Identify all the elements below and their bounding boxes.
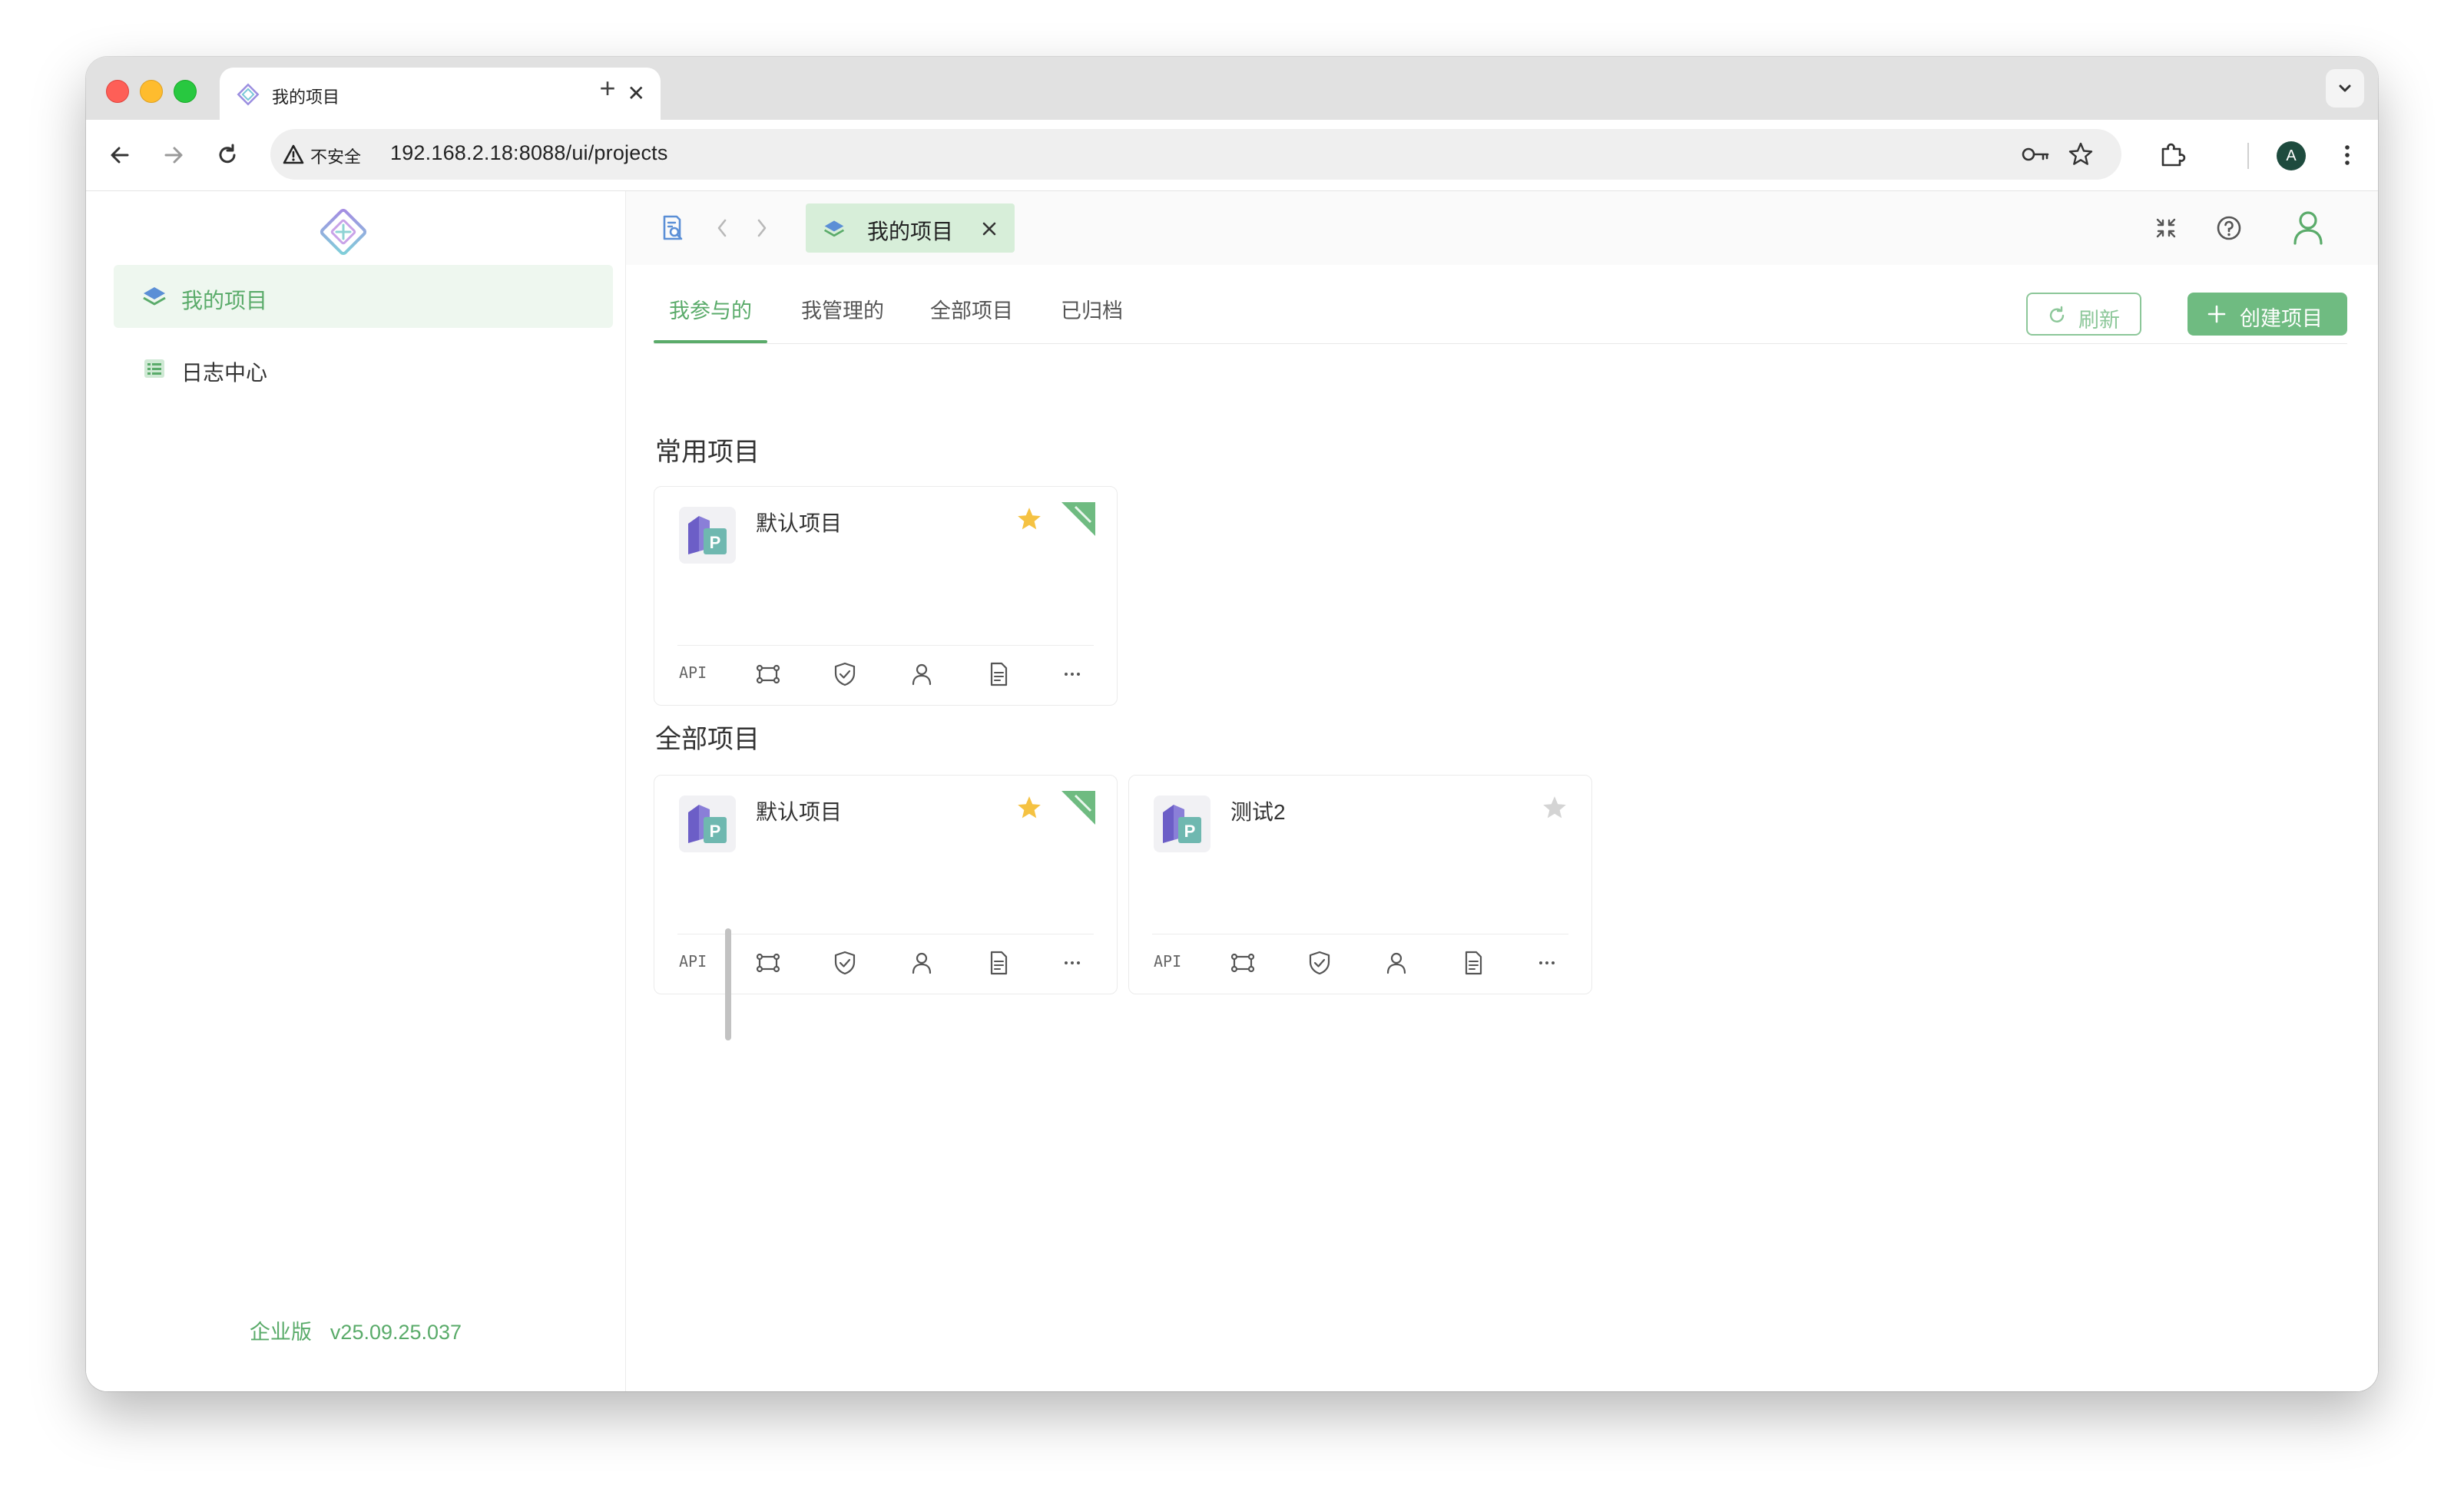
- log-list-icon: [144, 359, 164, 378]
- shield-check-icon[interactable]: [830, 659, 860, 690]
- search-document-icon[interactable]: [657, 213, 687, 243]
- version-label: v25.09.25.037: [330, 1321, 462, 1344]
- refresh-label: 刷新: [2078, 309, 2120, 332]
- forward-arrow-icon[interactable]: [158, 140, 189, 170]
- shield-check-icon[interactable]: [830, 948, 860, 978]
- browser-window: 我的项目 ✕ + 不安全 192.168.2.18:8088/ui/projec…: [86, 57, 2378, 1391]
- layers-icon: [143, 287, 166, 306]
- project-card[interactable]: P 默认项目 API: [654, 775, 1118, 994]
- address-bar[interactable]: 不安全 192.168.2.18:8088/ui/projects: [270, 129, 2121, 180]
- project-logo-icon: P: [1154, 796, 1210, 852]
- tab-archived[interactable]: 已归档: [1061, 294, 1123, 342]
- project-logo-icon: P: [679, 507, 736, 564]
- refresh-icon: [2049, 306, 2065, 322]
- bookmark-star-icon[interactable]: [2068, 141, 2094, 167]
- document-icon[interactable]: [983, 659, 1014, 690]
- frequent-projects-title: 常用项目: [655, 438, 760, 467]
- api-button[interactable]: API: [679, 663, 707, 682]
- member-icon[interactable]: [906, 659, 937, 690]
- page-tab-my-projects[interactable]: 我的项目: [806, 203, 1015, 253]
- chevron-left-icon[interactable]: [710, 213, 734, 243]
- shield-check-icon[interactable]: [1304, 948, 1335, 978]
- app-topbar: 我的项目: [626, 191, 2378, 265]
- project-name: 默认项目: [756, 511, 843, 535]
- refresh-button[interactable]: 刷新: [2026, 293, 2141, 336]
- toolbar-divider: [2247, 143, 2249, 169]
- user-icon[interactable]: [2289, 208, 2327, 248]
- help-icon[interactable]: [2214, 213, 2244, 243]
- star-filled-icon[interactable]: [1015, 794, 1043, 822]
- all-projects-title: 全部项目: [655, 725, 760, 754]
- chevron-down-icon: [2339, 84, 2351, 92]
- document-icon[interactable]: [983, 948, 1014, 978]
- project-card[interactable]: P 默认项目 API: [654, 486, 1118, 706]
- layers-icon: [823, 220, 845, 237]
- sidebar-item-label: 我的项目: [181, 289, 268, 313]
- project-card[interactable]: P 测试2 API: [1128, 775, 1592, 994]
- api-button[interactable]: API: [1154, 952, 1181, 971]
- close-icon[interactable]: [979, 219, 999, 239]
- profile-avatar[interactable]: A: [2277, 141, 2306, 170]
- sidebar-item-my-projects[interactable]: 我的项目: [114, 265, 613, 328]
- star-filled-icon[interactable]: [1015, 505, 1043, 533]
- api-button[interactable]: API: [679, 952, 707, 971]
- svg-text:P: P: [1184, 822, 1196, 841]
- app-logo-icon[interactable]: [316, 205, 370, 259]
- create-project-button[interactable]: 创建项目: [2187, 293, 2347, 336]
- warning-icon: [283, 144, 304, 164]
- tab-managed[interactable]: 我管理的: [801, 294, 884, 342]
- browser-tab-close-icon[interactable]: ✕: [628, 81, 645, 106]
- reload-icon[interactable]: [212, 140, 243, 170]
- chevron-right-icon[interactable]: [750, 213, 773, 243]
- sidebar: 我的项目 日志中心 企业版 v25.09.25.037: [86, 191, 626, 1391]
- new-tab-button[interactable]: +: [587, 68, 628, 109]
- default-badge-icon: [1061, 502, 1095, 536]
- app-root: 我的项目 日志中心 企业版 v25.09.25.037 我的项目 我参与的 我管…: [86, 191, 2378, 1391]
- default-badge-icon: [1061, 791, 1095, 825]
- tab-search-button[interactable]: [2326, 69, 2364, 108]
- tab-all-projects[interactable]: 全部项目: [930, 294, 1013, 342]
- more-icon[interactable]: [1532, 948, 1562, 978]
- project-name: 测试2: [1230, 800, 1286, 824]
- page-tab-label: 我的项目: [867, 220, 954, 243]
- member-icon[interactable]: [1381, 948, 1412, 978]
- svg-text:P: P: [710, 822, 721, 841]
- project-filter-tabs: 我参与的 我管理的 全部项目 已归档 刷新 创建项目: [654, 288, 2347, 344]
- scenario-frame-icon[interactable]: [753, 659, 783, 690]
- zoom-window-button[interactable]: [174, 80, 197, 103]
- sidebar-item-log-center[interactable]: 日志中心: [114, 337, 613, 400]
- security-label[interactable]: 不安全: [310, 144, 361, 168]
- tab-strip: 我的项目 ✕ +: [86, 57, 2378, 121]
- url-text[interactable]: 192.168.2.18:8088/ui/projects: [390, 141, 668, 165]
- browser-tab-title: 我的项目: [272, 88, 340, 107]
- document-icon[interactable]: [1458, 948, 1489, 978]
- sidebar-item-label: 日志中心: [181, 361, 268, 385]
- version-info: 企业版 v25.09.25.037: [86, 1315, 625, 1345]
- scenario-frame-icon[interactable]: [753, 948, 783, 978]
- scenario-frame-icon[interactable]: [1227, 948, 1258, 978]
- star-outline-icon[interactable]: [1541, 794, 1568, 822]
- fullscreen-icon[interactable]: [2151, 213, 2181, 243]
- extensions-icon[interactable]: [2157, 140, 2187, 170]
- plus-icon: [2207, 305, 2226, 323]
- create-project-label: 创建项目: [2240, 307, 2323, 330]
- kebab-menu-icon[interactable]: [2332, 140, 2363, 170]
- card-divider: [677, 645, 1094, 646]
- password-key-icon[interactable]: [2020, 143, 2051, 166]
- app-favicon-icon: [237, 83, 260, 106]
- more-icon[interactable]: [1057, 659, 1088, 690]
- main-content: 我的项目 我参与的 我管理的 全部项目 已归档 刷新 创建项目 常用项目 P 默…: [626, 191, 2378, 1391]
- close-window-button[interactable]: [106, 80, 129, 103]
- minimize-window-button[interactable]: [140, 80, 163, 103]
- svg-text:P: P: [710, 533, 721, 552]
- edition-label: 企业版: [249, 1321, 312, 1344]
- browser-toolbar: 不安全 192.168.2.18:8088/ui/projects A: [86, 120, 2378, 191]
- back-arrow-icon[interactable]: [104, 140, 135, 170]
- project-name: 默认项目: [756, 800, 843, 824]
- scrollbar-thumb[interactable]: [725, 928, 731, 1040]
- member-icon[interactable]: [906, 948, 937, 978]
- project-logo-icon: P: [679, 796, 736, 852]
- tab-participating[interactable]: 我参与的: [654, 294, 767, 343]
- more-icon[interactable]: [1057, 948, 1088, 978]
